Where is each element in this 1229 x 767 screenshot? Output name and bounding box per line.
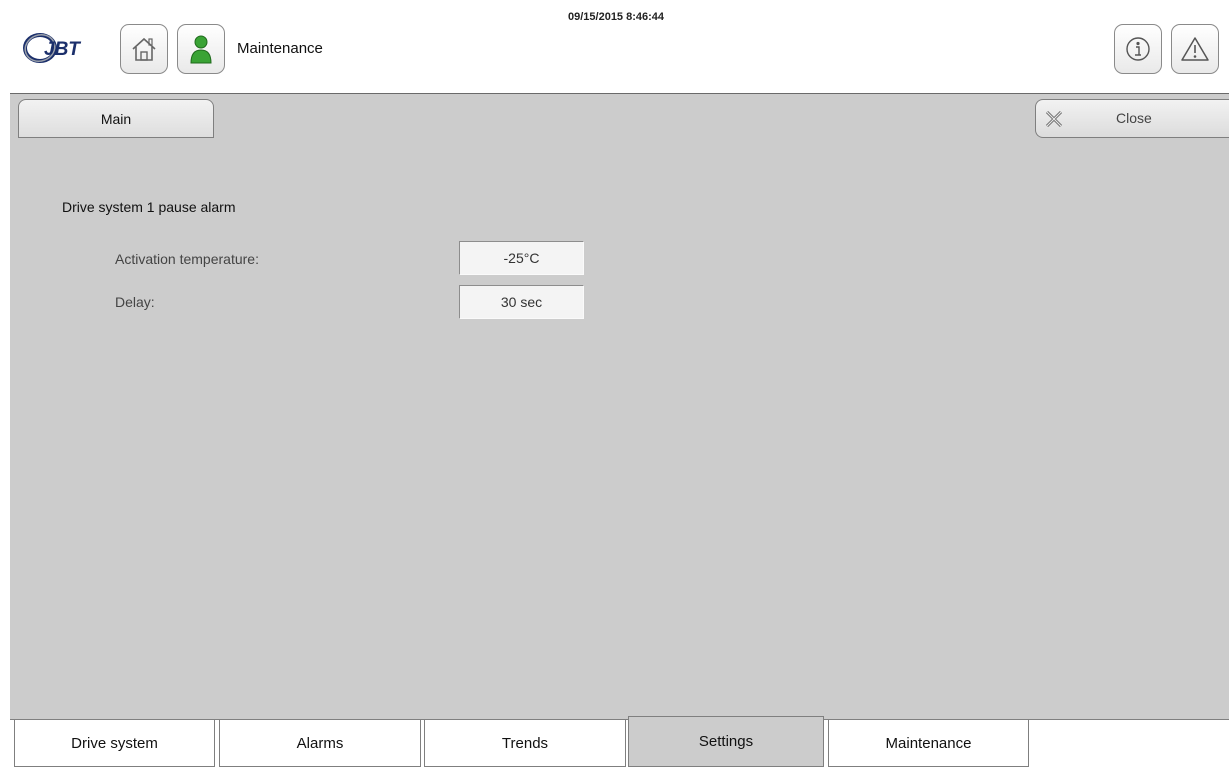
content-panel [10,94,1229,720]
warning-icon [1180,35,1210,63]
page-title: Maintenance [237,40,323,57]
activation-temperature-field[interactable]: -25°C [459,241,584,275]
info-icon [1124,35,1152,63]
user-button[interactable] [177,24,225,74]
tab-alarms-label: Alarms [296,734,344,752]
activation-temperature-label: Activation temperature: [115,251,259,267]
info-button[interactable] [1114,24,1162,74]
tab-alarms[interactable]: Alarms [219,720,421,767]
datetime-display: 09/15/2015 8:46:44 [568,11,665,23]
tab-maintenance[interactable]: Maintenance [828,720,1029,767]
close-button[interactable]: Close [1035,99,1229,138]
home-button[interactable] [120,24,168,74]
section-title: Drive system 1 pause alarm [62,199,236,215]
tab-main[interactable]: Main [18,99,214,138]
tab-settings-label: Settings [698,733,754,750]
close-label: Close [1116,110,1152,126]
tab-trends-label: Trends [501,734,549,752]
header-bar: JBT Maintenance 09/15/2015 8:46:44 [0,0,1229,94]
tab-main-label: Main [100,110,132,127]
jbt-logo: JBT [20,28,100,68]
delay-label: Delay: [115,294,155,310]
tab-settings[interactable]: Settings [628,716,824,767]
close-icon [1044,109,1064,134]
tab-trends[interactable]: Trends [424,720,626,767]
svg-text:JBT: JBT [44,39,81,60]
tab-drive-system[interactable]: Drive system [14,720,215,767]
tab-maintenance-label: Maintenance [885,734,972,752]
delay-field[interactable]: 30 sec [459,285,584,319]
home-icon [130,36,158,62]
alarm-button[interactable] [1171,24,1219,74]
user-icon [189,34,213,64]
tab-drive-system-label: Drive system [71,734,158,752]
